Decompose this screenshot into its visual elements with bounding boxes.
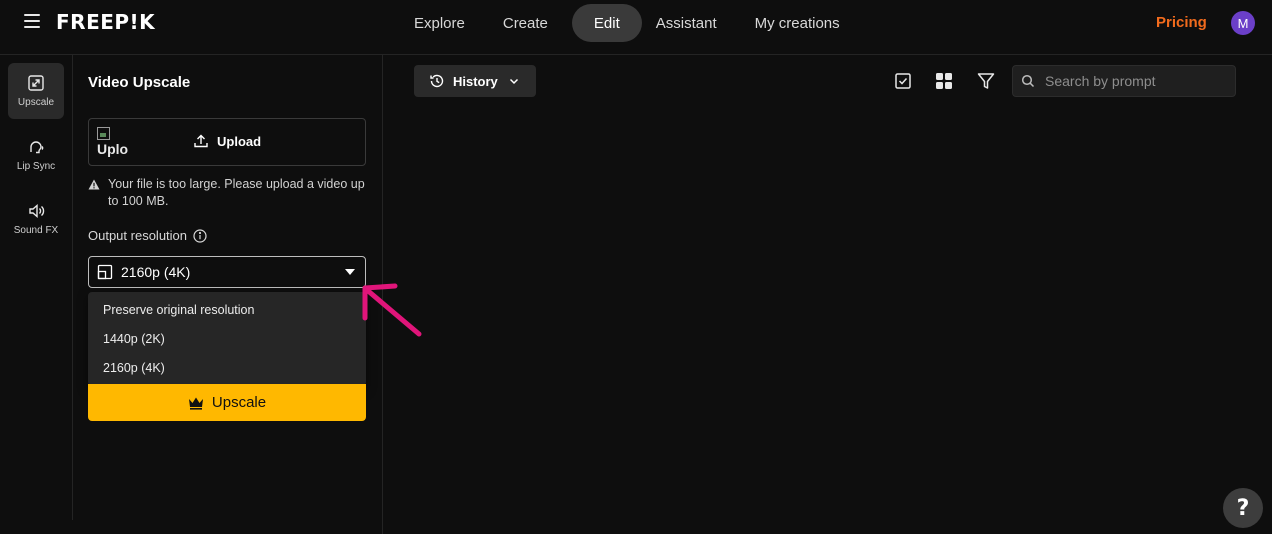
lip-sync-icon [30,141,44,154]
help-button[interactable]: ? [1223,488,1263,528]
option-1440p[interactable]: 1440p (2K) [88,324,366,353]
top-bar: FREEP!K Explore Create Edit Assistant My… [0,0,1272,46]
resolution-icon [97,264,113,280]
logo[interactable]: FREEP!K [56,10,155,34]
tool-sound-fx-label: Sound FX [13,225,59,236]
search-input[interactable] [1045,73,1225,89]
tool-rail-divider [72,55,73,520]
resolution-select[interactable]: 2160p (4K) [88,256,366,288]
history-label: History [453,73,498,89]
crown-icon [188,397,203,410]
nav-create[interactable]: Create [489,4,562,42]
upscale-button[interactable]: Upscale [88,384,366,421]
search-box[interactable] [1012,65,1236,97]
warning-text: Your file is too large. Please upload a … [108,177,365,208]
upscale-icon [28,75,44,91]
menu-icon[interactable] [24,14,40,28]
grid-view-icon[interactable] [935,72,953,90]
caret-down-icon [345,269,355,275]
tool-lip-sync[interactable]: Lip Sync [8,127,64,183]
resolution-select-value: 2160p (4K) [121,264,191,280]
output-resolution-label: Output resolution [88,228,207,243]
upscale-label: Upscale [211,394,267,411]
pricing-link[interactable]: Pricing [1156,14,1207,31]
chevron-down-icon [509,78,518,85]
main-nav: Explore Create Edit Assistant My creatio… [400,4,854,42]
speaker-icon [29,203,45,219]
upload-thumbnail-alt: Uplo [97,141,129,157]
tool-upscale[interactable]: Upscale [8,63,64,119]
nav-my-creations[interactable]: My creations [741,4,854,42]
header-divider [0,54,1272,55]
upload-thumbnail: Uplo [97,127,131,161]
upload-icon [194,134,208,148]
file-size-warning: Your file is too large. Please upload a … [88,176,366,210]
nav-assistant[interactable]: Assistant [642,4,731,42]
tool-sound-fx[interactable]: Sound FX [8,191,64,247]
upload-button[interactable]: Upload [193,133,261,149]
annotation-arrow [362,283,422,337]
avatar[interactable]: M [1231,11,1255,35]
panel-title: Video Upscale [88,74,191,91]
nav-explore[interactable]: Explore [400,4,479,42]
warning-icon [88,179,100,190]
tool-upscale-label: Upscale [17,97,55,108]
option-preserve-original[interactable]: Preserve original resolution [88,295,366,324]
select-checkbox-icon[interactable] [894,72,912,90]
history-button[interactable]: History [414,65,536,97]
resolution-dropdown: Preserve original resolution 1440p (2K) … [88,292,366,386]
info-icon[interactable] [193,228,207,243]
option-2160p[interactable]: 2160p (4K) [88,353,366,382]
filter-icon[interactable] [977,72,995,90]
upload-label: Upload [217,133,262,149]
search-icon [1021,74,1035,88]
history-icon [430,74,444,88]
output-resolution-text: Output resolution [88,228,188,243]
nav-edit[interactable]: Edit [571,4,642,42]
broken-image-icon [97,127,110,140]
tool-lip-sync-label: Lip Sync [16,161,56,172]
upload-box[interactable]: Uplo Upload [88,118,366,166]
